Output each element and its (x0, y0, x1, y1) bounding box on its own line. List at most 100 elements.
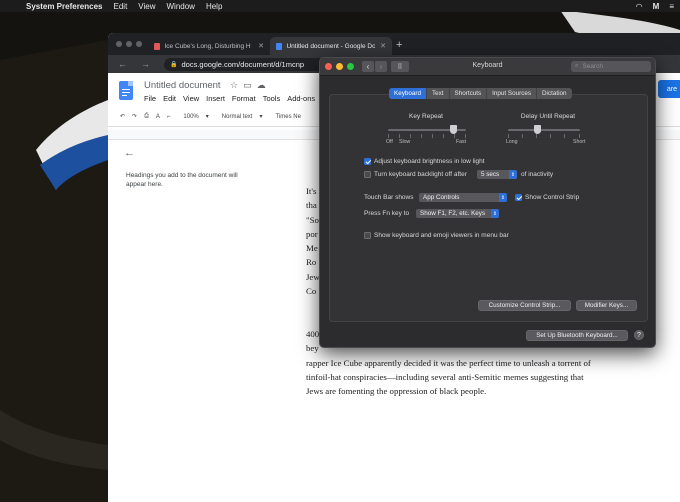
show-viewers-label[interactable]: Show keyboard and emoji viewers in menu … (374, 232, 509, 239)
star-icon[interactable]: ☆ (230, 80, 243, 90)
undo-icon[interactable]: ↶ (120, 113, 125, 120)
text-line: rapper Ice Cube apparently decided it wa… (306, 357, 591, 368)
back-icon[interactable]: ← (118, 59, 127, 69)
tab-text[interactable]: Text (427, 88, 450, 99)
spellcheck-icon[interactable]: A (156, 114, 160, 120)
minimize-window-icon[interactable] (126, 41, 132, 47)
tab-ice-cube[interactable]: Ice Cube's Long, Disturbing H ✕ (148, 37, 270, 55)
docs-menu-insert[interactable]: Insert (206, 94, 225, 103)
delay-repeat-slider[interactable] (508, 125, 580, 138)
delay-long-label: Long (506, 139, 518, 145)
setup-bluetooth-keyboard-button[interactable]: Set Up Bluetooth Keyboard... (526, 330, 628, 341)
delay-repeat-knob[interactable] (534, 125, 541, 134)
menu-help[interactable]: Help (206, 2, 222, 11)
help-button[interactable]: ? (634, 330, 644, 340)
docs-logo-icon[interactable] (119, 81, 133, 100)
docs-menu-addons[interactable]: Add-ons (287, 94, 315, 103)
keyboard-preferences-window: ‹ › ⠿ Keyboard ⌕ Search Keyboard Text Sh… (319, 57, 656, 348)
menu-edit[interactable]: Edit (114, 2, 128, 11)
title-icons: ☆▭☁ (230, 80, 271, 91)
menu-app-name[interactable]: System Preferences (26, 2, 103, 11)
font-select[interactable]: Times Ne (275, 114, 300, 120)
modifier-keys-button[interactable]: Modifier Keys... (576, 300, 637, 311)
docs-menu-file[interactable]: File (144, 94, 156, 103)
tab-bar: Keyboard Text Shortcuts Input Sources Di… (389, 88, 572, 99)
press-fn-select[interactable]: Show F1, F2, etc. Keys ⇕ (416, 209, 499, 218)
touch-bar-value: App Controls (423, 194, 460, 201)
tab-untitled-document[interactable]: Untitled document - Google Do ✕ (270, 37, 392, 55)
close-window-icon[interactable] (116, 41, 122, 47)
backlight-timeout-select[interactable]: 5 secs ⇕ (477, 170, 517, 179)
key-repeat-knob[interactable] (450, 125, 457, 134)
lock-icon: 🔒 (170, 62, 178, 68)
redo-icon[interactable]: ↷ (132, 113, 137, 120)
tab-shortcuts[interactable]: Shortcuts (450, 88, 488, 99)
tab-strip: Ice Cube's Long, Disturbing H ✕ Untitled… (108, 33, 680, 55)
delay-repeat-ticks (508, 134, 580, 139)
share-button[interactable]: are (658, 80, 680, 98)
tab-keyboard[interactable]: Keyboard (389, 88, 427, 99)
delay-short-label: Short (573, 139, 586, 145)
text-line: tinfoil-hat conspiracies—including sever… (306, 371, 584, 382)
delay-repeat-title: Delay Until Repeat (520, 113, 576, 120)
outline-panel: ← Headings you add to the document will … (108, 140, 258, 502)
backlight-off-checkbox[interactable] (364, 171, 371, 178)
control-center-icon[interactable]: ≡ (669, 2, 674, 11)
zoom-window-icon[interactable] (136, 41, 142, 47)
inactivity-label: of inactivity (521, 171, 554, 178)
show-control-strip-label[interactable]: Show Control Strip (525, 194, 579, 201)
docs-menu: File Edit View Insert Format Tools Add-o… (144, 94, 315, 103)
adjust-brightness-label[interactable]: Adjust keyboard brightness in low light (374, 158, 485, 165)
touch-bar-select[interactable]: App Controls ⇕ (419, 193, 507, 202)
search-placeholder: Search (582, 63, 603, 70)
docs-menu-view[interactable]: View (183, 94, 199, 103)
press-fn-label: Press Fn key to (364, 210, 410, 217)
menu-window[interactable]: Window (167, 2, 195, 11)
adjust-brightness-checkbox[interactable] (364, 158, 371, 165)
text-line: Jews are fomenting the oppression of bla… (306, 386, 487, 397)
chevron-updown-icon: ⇕ (509, 170, 517, 179)
customize-control-strip-button[interactable]: Customize Control Strip... (478, 300, 571, 311)
forward-icon[interactable]: → (141, 59, 150, 69)
tab-label: Untitled document - Google Do (286, 42, 376, 50)
new-tab-icon[interactable]: + (396, 39, 402, 51)
key-repeat-slow-label: Slow (399, 139, 411, 145)
paint-format-icon[interactable]: ⌐ (167, 114, 171, 120)
document-title[interactable]: Untitled document (144, 80, 221, 91)
key-repeat-fast-label: Fast (456, 139, 467, 145)
backlight-off-label[interactable]: Turn keyboard backlight off after (374, 171, 467, 178)
search-field[interactable]: ⌕ Search (571, 61, 651, 72)
wifi-icon[interactable]: ◠ (636, 2, 643, 11)
zoom-select[interactable]: 100% (183, 114, 198, 120)
touch-bar-label: Touch Bar shows (364, 194, 414, 201)
key-repeat-off-label: Off (386, 139, 393, 145)
press-fn-value: Show F1, F2, etc. Keys (420, 210, 486, 217)
cloud-status-icon[interactable]: ☁ (257, 80, 271, 90)
tab-input-sources[interactable]: Input Sources (487, 88, 537, 99)
docs-menu-format[interactable]: Format (232, 94, 256, 103)
close-tab-icon[interactable]: ✕ (258, 42, 264, 50)
zoom-dropdown-icon[interactable]: ▾ (206, 113, 209, 120)
print-icon[interactable]: ⎙ (144, 113, 149, 120)
keyboard-panel (329, 94, 648, 322)
outline-hint: Headings you add to the document will ap… (126, 172, 238, 189)
close-tab-icon[interactable]: ✕ (380, 42, 386, 50)
tab-dictation[interactable]: Dictation (537, 88, 572, 99)
docs-menu-edit[interactable]: Edit (163, 94, 176, 103)
menu-view[interactable]: View (138, 2, 155, 11)
backlight-timeout-value: 5 secs (481, 171, 500, 178)
show-control-strip-checkbox[interactable] (515, 194, 522, 201)
style-select[interactable]: Normal text (222, 114, 253, 120)
style-dropdown-icon[interactable]: ▾ (259, 113, 262, 120)
status-letter-icon[interactable]: M (653, 2, 660, 11)
docs-menu-tools[interactable]: Tools (263, 94, 281, 103)
show-viewers-checkbox[interactable] (364, 232, 371, 239)
chevron-updown-icon: ⇕ (499, 193, 507, 202)
key-repeat-slider[interactable] (388, 125, 466, 138)
search-icon: ⌕ (575, 63, 579, 69)
kb-titlebar: ‹ › ⠿ Keyboard ⌕ Search (320, 58, 655, 76)
address-bar[interactable]: 🔒 docs.google.com/document/d/1mcnp (164, 58, 324, 71)
outline-back-icon[interactable]: ← (124, 147, 135, 159)
move-folder-icon[interactable]: ▭ (243, 80, 257, 90)
url-text: docs.google.com/document/d/1mcnp (181, 60, 305, 69)
